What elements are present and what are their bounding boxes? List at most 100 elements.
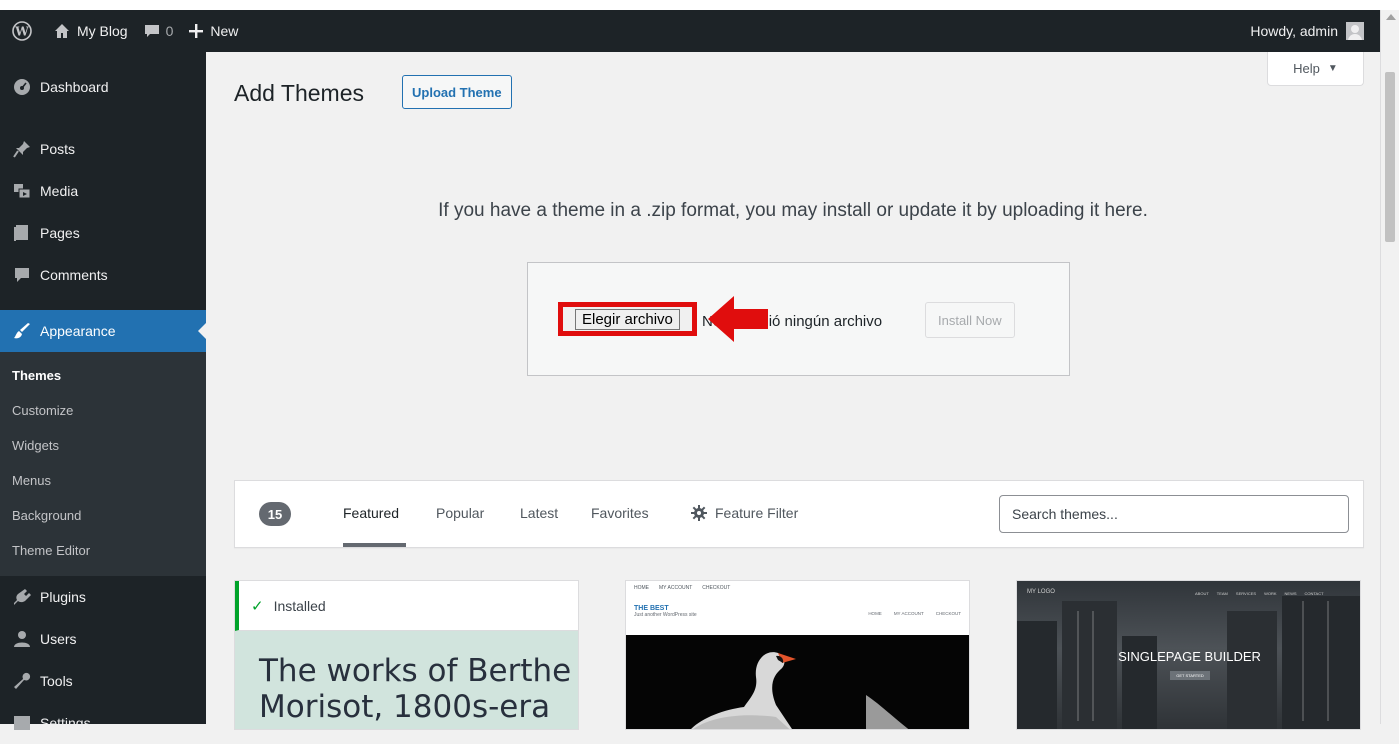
choose-file-label: Elegir archivo	[575, 308, 680, 330]
tab-featured[interactable]: Featured	[343, 505, 399, 521]
avatar	[1346, 22, 1364, 40]
upload-description: If you have a theme in a .zip format, yo…	[438, 200, 1148, 221]
submenu-item-themes[interactable]: Themes	[0, 358, 206, 393]
tab-latest[interactable]: Latest	[520, 505, 558, 521]
preview-menu-item: HOME	[868, 611, 882, 616]
plugin-icon	[12, 587, 32, 607]
tab-favorites[interactable]: Favorites	[591, 505, 649, 521]
preview-menu: ABOUT TEAM SERVICES WORK NEWS CONTACT	[1195, 591, 1324, 596]
theme-card-the-best[interactable]: HOME MY ACCOUNT CHECKOUT THE BEST Just a…	[625, 580, 970, 730]
theme-filter-bar: 15 Featured Popular Latest Favorites Fea…	[234, 480, 1364, 548]
sidebar-item-users[interactable]: Users	[0, 618, 206, 660]
swan-illustration	[626, 635, 969, 729]
media-icon	[12, 181, 32, 201]
gear-icon	[691, 505, 707, 521]
sidebar-item-dashboard[interactable]: Dashboard	[0, 66, 206, 108]
sidebar-item-tools[interactable]: Tools	[0, 660, 206, 702]
sidebar-item-posts[interactable]: Posts	[0, 128, 206, 170]
sidebar-item-media[interactable]: Media	[0, 170, 206, 212]
comment-icon	[144, 23, 160, 39]
sidebar-item-label: Tools	[40, 673, 73, 689]
appearance-submenu: Themes Customize Widgets Menus Backgroun…	[0, 352, 206, 576]
pages-icon	[12, 223, 32, 243]
preview-header: THE BEST Just another WordPress site HOM…	[626, 595, 969, 618]
sidebar-item-appearance[interactable]: Appearance	[0, 310, 206, 352]
pin-icon	[12, 139, 32, 159]
comments-count: 0	[165, 23, 174, 39]
submenu-item-customize[interactable]: Customize	[0, 393, 206, 428]
preview-site-title: THE BEST	[634, 605, 669, 612]
submenu-item-theme-editor[interactable]: Theme Editor	[0, 533, 206, 568]
howdy-text: Howdy, admin	[1250, 23, 1338, 39]
sidebar-item-settings[interactable]: Settings	[0, 702, 206, 744]
new-content-link[interactable]: New	[181, 10, 246, 52]
page-title: Add Themes	[234, 80, 364, 106]
sidebar-item-label: Appearance	[40, 323, 116, 339]
theme-card-singlepage-builder[interactable]: MY LOGO ABOUT TEAM SERVICES WORK NEWS CO…	[1016, 580, 1361, 730]
home-icon	[54, 23, 70, 39]
upload-form: No se eligió ningún archivo Elegir archi…	[527, 262, 1070, 376]
choose-file-button[interactable]: Elegir archivo	[558, 302, 697, 336]
preview-hero-button: GET STARTED	[1170, 671, 1210, 680]
sidebar-item-label: Comments	[40, 267, 108, 283]
triangle-down-icon: ▼	[1327, 63, 1338, 74]
sidebar-item-label: Plugins	[40, 589, 86, 605]
preview-menu-item: SERVICES	[1235, 591, 1257, 596]
browser-top-strip	[0, 0, 1399, 10]
submenu-item-background[interactable]: Background	[0, 498, 206, 533]
sidebar-item-label: Posts	[40, 141, 76, 157]
preview-logo: MY LOGO	[1027, 589, 1055, 595]
comments-link[interactable]: 0	[136, 10, 182, 52]
scroll-thumb[interactable]	[1385, 72, 1395, 242]
preview-site-tagline: Just another WordPress site	[634, 612, 697, 618]
wordpress-logo-icon[interactable]: W	[0, 10, 46, 52]
theme-screenshot: The works of Berthe Morisot, 1800s-era	[235, 631, 578, 729]
preview-menu-item: CONTACT	[1304, 591, 1324, 596]
theme-card-installed[interactable]: ✓ Installed The works of Berthe Morisot,…	[234, 580, 579, 730]
page-scrollbar[interactable]	[1380, 10, 1399, 724]
wrench-icon	[12, 671, 32, 691]
search-themes-input[interactable]	[999, 495, 1349, 533]
installed-notice: ✓ Installed	[235, 581, 578, 631]
feature-filter-label: Feature Filter	[715, 505, 799, 521]
new-label: New	[210, 23, 239, 39]
site-name-link[interactable]: My Blog	[46, 10, 136, 52]
preview-nav-item: MY ACCOUNT	[659, 585, 693, 591]
preview-top-nav: HOME MY ACCOUNT CHECKOUT	[626, 581, 969, 595]
sidebar-item-pages[interactable]: Pages	[0, 212, 206, 254]
checkmark-icon: ✓	[251, 597, 264, 615]
feature-filter-button[interactable]: Feature Filter	[691, 505, 798, 521]
paintbrush-icon	[12, 321, 32, 341]
install-now-button[interactable]: Install Now	[925, 302, 1015, 338]
admin-bar: W My Blog 0 New Howdy, admin	[0, 10, 1380, 52]
sidebar-item-label: Dashboard	[40, 79, 109, 95]
sidebar-item-plugins[interactable]: Plugins	[0, 576, 206, 618]
red-arrow-icon	[708, 296, 768, 342]
preview-text-line-1: The works of Berthe	[259, 653, 572, 689]
theme-count-badge: 15	[259, 502, 291, 526]
scroll-up-arrow-icon[interactable]	[1386, 14, 1396, 20]
svg-text:W: W	[14, 25, 29, 39]
tab-popular[interactable]: Popular	[436, 505, 484, 521]
installed-label: Installed	[273, 597, 326, 614]
preview-menu-item: MY ACCOUNT	[893, 611, 924, 616]
account-link[interactable]: Howdy, admin	[1242, 10, 1380, 52]
submenu-item-menus[interactable]: Menus	[0, 463, 206, 498]
sidebar-item-label: Pages	[40, 225, 80, 241]
settings-icon	[12, 713, 32, 733]
preview-text-line-2: Morisot, 1800s-era	[259, 689, 551, 725]
preview-menu-item: ABOUT	[1195, 591, 1209, 596]
preview-hero-title: SINGLEPAGE BUILDER	[1118, 649, 1261, 664]
submenu-item-widgets[interactable]: Widgets	[0, 428, 206, 463]
upload-theme-button[interactable]: Upload Theme	[402, 75, 512, 109]
help-button[interactable]: Help ▼	[1267, 52, 1364, 86]
preview-menu: HOME MY ACCOUNT CHECKOUT	[868, 605, 961, 618]
sidebar-item-label: Settings	[40, 715, 91, 731]
preview-nav-item: CHECKOUT	[702, 585, 731, 591]
preview-menu-item: CHECKOUT	[935, 611, 961, 616]
plus-icon	[189, 24, 204, 38]
sidebar-item-comments[interactable]: Comments	[0, 254, 206, 296]
main-content: Help ▼ Add Themes Upload Theme If you ha…	[206, 52, 1380, 730]
preview-menu-item: TEAM	[1216, 591, 1228, 596]
swan-image	[626, 635, 969, 729]
